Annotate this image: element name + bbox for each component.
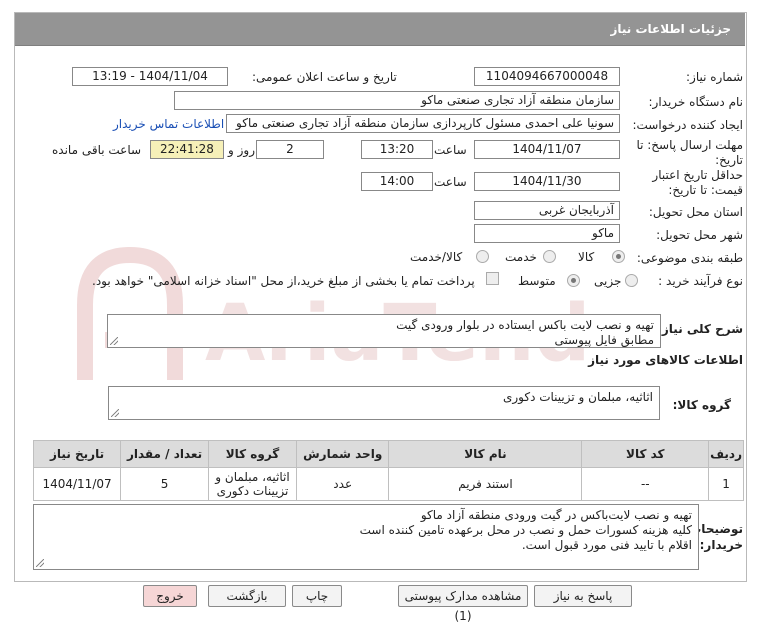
purchase-minor-label: جزیی: [594, 274, 622, 288]
cell-qty: 5: [120, 467, 210, 501]
purchase-medium-radio[interactable]: [567, 274, 580, 287]
deadline-time-field: 13:20: [361, 140, 433, 159]
exit-button[interactable]: خروج: [143, 585, 197, 607]
cell-group-line-1: اثاثیه، مبلمان و: [215, 470, 290, 484]
summary-line-2: مطابق فایل پیوستی: [554, 333, 654, 347]
category-label: طبقه بندی موضوعی:: [636, 251, 743, 265]
buyer-org-label: نام دستگاه خریدار:: [648, 95, 744, 109]
remaining-time-field: 22:41:28: [150, 140, 224, 159]
treasury-note: پرداخت تمام یا بخشی از مبلغ خرید،از محل …: [92, 274, 475, 288]
purchase-type-label: نوع فرآیند خرید :: [658, 274, 743, 288]
deadline-label: مهلت ارسال پاسخ: تا: [636, 138, 743, 152]
creator-field: سونیا علی احمدی مسئول کارپردازی سازمان م…: [226, 114, 620, 133]
back-button[interactable]: بازگشت: [208, 585, 286, 607]
goods-table: ردیف کد کالا نام کالا واحد شمارش گروه کا…: [32, 440, 744, 501]
buyer-contact-link[interactable]: اطلاعات تماس خریدار: [113, 117, 224, 131]
deadline-time-label: ساعت: [434, 143, 467, 157]
days-field: 2: [256, 140, 324, 159]
cell-group-line-2: تزیینات دکوری: [216, 484, 289, 498]
goods-section-title: اطلاعات کالاهای مورد نیاز: [588, 353, 743, 367]
announce-datetime-field: 1404/11/04 - 13:19: [72, 67, 228, 86]
creator-label: ایجاد کننده درخواست:: [632, 118, 743, 132]
notes-line-3: اقلام با تایید فنی مورد قبول است.: [521, 538, 692, 552]
summary-line-1: تهیه و نصب لایت باکس ایستاده در بلوار ور…: [396, 318, 654, 332]
buyer-org-field: سازمان منطقه آزاد تجاری صنعتی ماکو: [174, 91, 620, 110]
notes-line-2: کلیه هزینه کسورات حمل و نصب در محل برعهد…: [359, 523, 692, 537]
validity-label-2: قیمت: تا تاریخ:: [668, 183, 743, 197]
col-row: ردیف: [708, 440, 744, 468]
cell-unit: عدد: [295, 467, 390, 501]
col-unit: واحد شمارش: [295, 440, 390, 468]
summary-textarea[interactable]: تهیه و نصب لایت باکس ایستاده در بلوار ور…: [107, 314, 661, 348]
validity-label: حداقل تاریخ اعتبار: [652, 168, 743, 182]
deadline-label-2: تاریخ:: [715, 153, 743, 167]
reply-button[interactable]: پاسخ به نیاز: [534, 585, 632, 607]
announce-label: تاریخ و ساعت اعلان عمومی:: [252, 70, 397, 84]
resize-grip-icon[interactable]: [110, 337, 118, 345]
category-goods-radio[interactable]: [612, 250, 625, 263]
purchase-minor-radio[interactable]: [625, 274, 638, 287]
validity-time-label: ساعت: [434, 175, 467, 189]
category-service-radio[interactable]: [543, 250, 556, 263]
province-label: استان محل تحویل:: [648, 205, 743, 219]
cell-row: 1: [708, 467, 744, 501]
category-both-radio[interactable]: [476, 250, 489, 263]
page-title: جزئیات اطلاعات نیاز: [610, 22, 731, 36]
need-number-field: 1104094667000048: [474, 67, 620, 86]
print-button[interactable]: چاپ: [292, 585, 342, 607]
header-bar: جزئیات اطلاعات نیاز: [15, 13, 745, 46]
notes-line-1: تهیه و نصب لایت‌باکس در گیت ورودی منطقه …: [420, 508, 692, 522]
category-goods-label: کالا: [578, 250, 595, 264]
city-label: شهر محل تحویل:: [656, 228, 743, 242]
notes-textarea[interactable]: تهیه و نصب لایت‌باکس در گیت ورودی منطقه …: [33, 504, 699, 570]
province-field: آذربایجان غربی: [474, 201, 620, 220]
table-header-row: ردیف کد کالا نام کالا واحد شمارش گروه کا…: [32, 440, 744, 468]
category-both-label: کالا/خدمت: [410, 250, 463, 264]
validity-date-field: 1404/11/30: [474, 172, 620, 191]
cell-code: --: [581, 467, 710, 501]
goods-group-value: اثاثیه، مبلمان و تزیینات دکوری: [502, 390, 653, 404]
validity-time-field: 14:00: [361, 172, 433, 191]
attachments-button[interactable]: مشاهده مدارک پیوستی (1): [398, 585, 528, 623]
purchase-medium-label: متوسط: [518, 274, 556, 288]
days-label: روز و: [228, 143, 255, 157]
notes-label-2: خریدار:: [699, 538, 743, 552]
cell-name: استند فریم: [388, 467, 583, 501]
category-service-label: خدمت: [505, 250, 537, 264]
cell-group: اثاثیه، مبلمان و تزیینات دکوری: [208, 467, 297, 501]
resize-grip-icon[interactable]: [111, 409, 119, 417]
col-date: تاریخ نیاز: [32, 440, 122, 468]
deadline-date-field: 1404/11/07: [474, 140, 620, 159]
goods-group-label: گروه کالا:: [672, 398, 731, 412]
col-code: کد کالا: [581, 440, 710, 468]
resize-grip-icon[interactable]: [36, 559, 44, 567]
col-group: گروه کالا: [208, 440, 297, 468]
treasury-checkbox[interactable]: [486, 272, 499, 285]
summary-label: شرح کلی نیاز:: [657, 322, 743, 336]
goods-group-textarea[interactable]: اثاثیه، مبلمان و تزیینات دکوری: [108, 386, 660, 420]
col-name: نام کالا: [388, 440, 583, 468]
need-number-label: شماره نیاز:: [686, 70, 743, 84]
col-qty: تعداد / مقدار: [120, 440, 210, 468]
cell-date: 1404/11/07: [32, 467, 122, 501]
city-field: ماکو: [474, 224, 620, 243]
table-row[interactable]: 1 -- استند فریم عدد اثاثیه، مبلمان و تزی…: [32, 467, 744, 501]
remaining-label: ساعت باقی مانده: [52, 143, 142, 157]
